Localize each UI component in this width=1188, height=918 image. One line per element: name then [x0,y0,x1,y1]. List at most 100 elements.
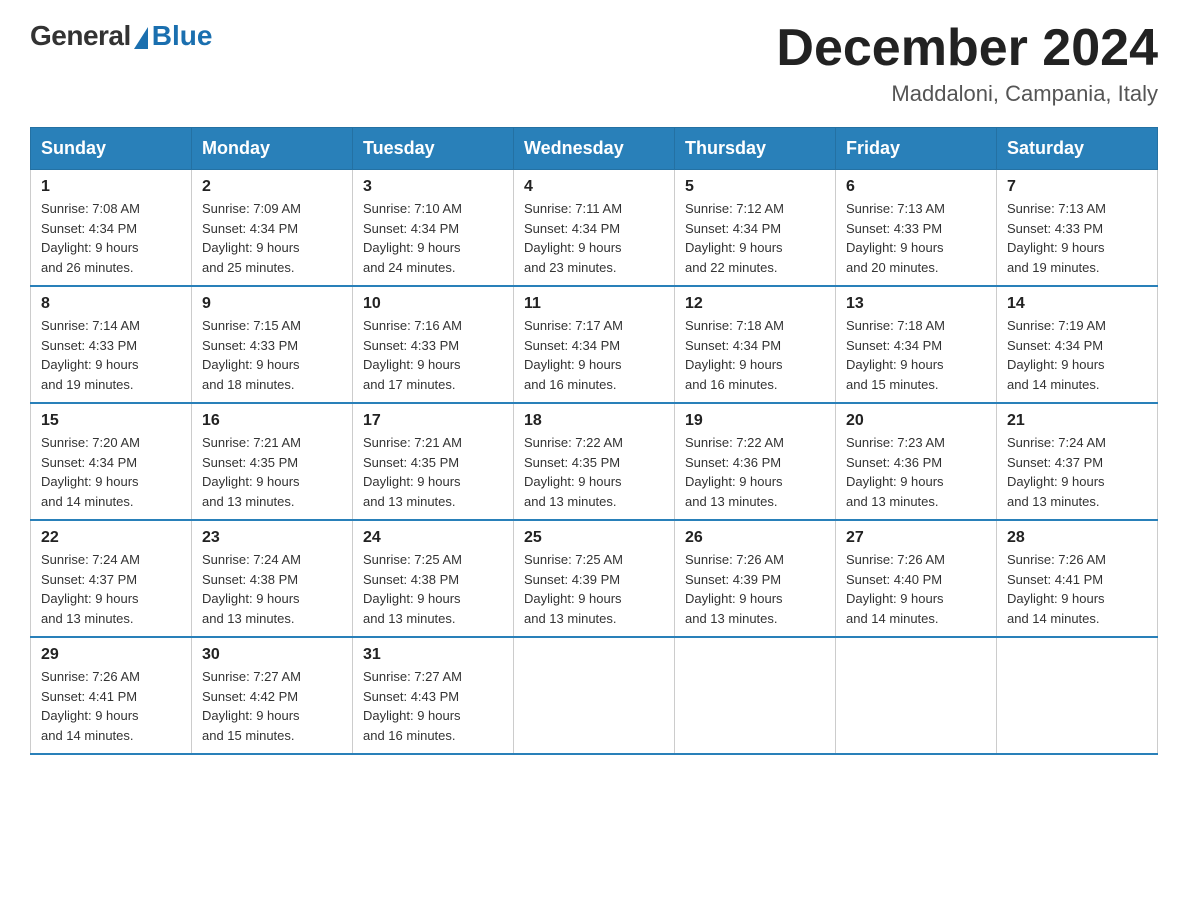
calendar-day-cell: 18 Sunrise: 7:22 AMSunset: 4:35 PMDayligh… [514,403,675,520]
calendar-day-cell: 14Sunrise: 7:19 AMSunset: 4:34 PMDayligh… [997,286,1158,403]
day-info: Sunrise: 7:21 AMSunset: 4:35 PMDaylight:… [363,433,503,511]
day-of-week-header: Sunday [31,128,192,170]
logo-blue-text: Blue [152,20,213,52]
day-number: 7 [1007,178,1147,196]
day-of-week-header: Friday [836,128,997,170]
calendar-day-cell [997,637,1158,754]
day-of-week-header: Thursday [675,128,836,170]
day-info: Sunrise: 7:25 AMSunset: 4:38 PMDaylight:… [363,550,503,628]
calendar-day-cell: 3 Sunrise: 7:10 AMSunset: 4:34 PMDaylight… [353,170,514,287]
title-section: December 2024 Maddaloni, Campania, Italy [776,20,1158,107]
day-number: 28 [1007,529,1147,547]
day-info: Sunrise: 7:14 AMSunset: 4:33 PMDaylight:… [41,316,181,394]
calendar-day-cell: 16 Sunrise: 7:21 AMSunset: 4:35 PMDayligh… [192,403,353,520]
day-info: Sunrise: 7:10 AMSunset: 4:34 PMDaylight:… [363,199,503,277]
calendar-day-cell [836,637,997,754]
day-number: 3 [363,178,503,196]
day-number: 11 [524,295,664,313]
calendar-day-cell: 12 Sunrise: 7:18 AMSunset: 4:34 PMDayligh… [675,286,836,403]
day-number: 23 [202,529,342,547]
calendar-day-cell: 15Sunrise: 7:20 AMSunset: 4:34 PMDayligh… [31,403,192,520]
day-number: 17 [363,412,503,430]
day-info: Sunrise: 7:24 AMSunset: 4:37 PMDaylight:… [41,550,181,628]
day-info: Sunrise: 7:13 AMSunset: 4:33 PMDaylight:… [1007,199,1147,277]
day-of-week-header: Monday [192,128,353,170]
calendar-day-cell: 31Sunrise: 7:27 AMSunset: 4:43 PMDayligh… [353,637,514,754]
calendar-day-cell: 7 Sunrise: 7:13 AMSunset: 4:33 PMDaylight… [997,170,1158,287]
day-number: 4 [524,178,664,196]
calendar-day-cell: 25Sunrise: 7:25 AMSunset: 4:39 PMDayligh… [514,520,675,637]
calendar-week-row: 29 Sunrise: 7:26 AMSunset: 4:41 PMDayligh… [31,637,1158,754]
day-info: Sunrise: 7:24 AMSunset: 4:37 PMDaylight:… [1007,433,1147,511]
day-number: 9 [202,295,342,313]
day-number: 12 [685,295,825,313]
day-number: 6 [846,178,986,196]
day-info: Sunrise: 7:22 AMSunset: 4:35 PMDaylight:… [524,433,664,511]
day-of-week-header: Wednesday [514,128,675,170]
calendar-day-cell: 20 Sunrise: 7:23 AMSunset: 4:36 PMDayligh… [836,403,997,520]
calendar-day-cell: 24 Sunrise: 7:25 AMSunset: 4:38 PMDayligh… [353,520,514,637]
calendar-table: SundayMondayTuesdayWednesdayThursdayFrid… [30,127,1158,755]
day-info: Sunrise: 7:26 AMSunset: 4:41 PMDaylight:… [1007,550,1147,628]
day-number: 18 [524,412,664,430]
day-number: 24 [363,529,503,547]
calendar-day-cell: 23 Sunrise: 7:24 AMSunset: 4:38 PMDayligh… [192,520,353,637]
day-number: 27 [846,529,986,547]
calendar-day-cell: 4 Sunrise: 7:11 AMSunset: 4:34 PMDaylight… [514,170,675,287]
day-number: 22 [41,529,181,547]
logo-general-text: General [30,20,131,52]
calendar-day-cell: 11 Sunrise: 7:17 AMSunset: 4:34 PMDayligh… [514,286,675,403]
page-header: General Blue December 2024 Maddaloni, Ca… [30,20,1158,107]
calendar-week-row: 15Sunrise: 7:20 AMSunset: 4:34 PMDayligh… [31,403,1158,520]
calendar-day-cell: 30 Sunrise: 7:27 AMSunset: 4:42 PMDayligh… [192,637,353,754]
calendar-day-cell: 19Sunrise: 7:22 AMSunset: 4:36 PMDayligh… [675,403,836,520]
calendar-day-cell: 9Sunrise: 7:15 AMSunset: 4:33 PMDaylight… [192,286,353,403]
calendar-day-cell: 27Sunrise: 7:26 AMSunset: 4:40 PMDayligh… [836,520,997,637]
day-info: Sunrise: 7:16 AMSunset: 4:33 PMDaylight:… [363,316,503,394]
calendar-day-cell: 10Sunrise: 7:16 AMSunset: 4:33 PMDayligh… [353,286,514,403]
day-info: Sunrise: 7:12 AMSunset: 4:34 PMDaylight:… [685,199,825,277]
calendar-day-cell: 2Sunrise: 7:09 AMSunset: 4:34 PMDaylight… [192,170,353,287]
calendar-day-cell: 5Sunrise: 7:12 AMSunset: 4:34 PMDaylight… [675,170,836,287]
logo-triangle-icon [134,27,148,49]
day-number: 21 [1007,412,1147,430]
calendar-day-cell: 1Sunrise: 7:08 AMSunset: 4:34 PMDaylight… [31,170,192,287]
day-info: Sunrise: 7:18 AMSunset: 4:34 PMDaylight:… [685,316,825,394]
calendar-day-cell: 29 Sunrise: 7:26 AMSunset: 4:41 PMDayligh… [31,637,192,754]
location-text: Maddaloni, Campania, Italy [776,81,1158,107]
day-info: Sunrise: 7:27 AMSunset: 4:42 PMDaylight:… [202,667,342,745]
day-info: Sunrise: 7:25 AMSunset: 4:39 PMDaylight:… [524,550,664,628]
day-number: 26 [685,529,825,547]
calendar-day-cell: 26 Sunrise: 7:26 AMSunset: 4:39 PMDayligh… [675,520,836,637]
calendar-header: SundayMondayTuesdayWednesdayThursdayFrid… [31,128,1158,170]
calendar-day-cell: 8 Sunrise: 7:14 AMSunset: 4:33 PMDaylight… [31,286,192,403]
calendar-day-cell: 6 Sunrise: 7:13 AMSunset: 4:33 PMDaylight… [836,170,997,287]
day-number: 30 [202,646,342,664]
day-info: Sunrise: 7:21 AMSunset: 4:35 PMDaylight:… [202,433,342,511]
day-info: Sunrise: 7:23 AMSunset: 4:36 PMDaylight:… [846,433,986,511]
calendar-day-cell: 21 Sunrise: 7:24 AMSunset: 4:37 PMDayligh… [997,403,1158,520]
calendar-day-cell [514,637,675,754]
calendar-day-cell: 13 Sunrise: 7:18 AMSunset: 4:34 PMDayligh… [836,286,997,403]
day-number: 20 [846,412,986,430]
day-number: 13 [846,295,986,313]
day-info: Sunrise: 7:17 AMSunset: 4:34 PMDaylight:… [524,316,664,394]
day-info: Sunrise: 7:26 AMSunset: 4:39 PMDaylight:… [685,550,825,628]
calendar-day-cell: 22 Sunrise: 7:24 AMSunset: 4:37 PMDayligh… [31,520,192,637]
day-info: Sunrise: 7:11 AMSunset: 4:34 PMDaylight:… [524,199,664,277]
day-number: 29 [41,646,181,664]
day-info: Sunrise: 7:13 AMSunset: 4:33 PMDaylight:… [846,199,986,277]
day-of-week-header: Tuesday [353,128,514,170]
day-info: Sunrise: 7:20 AMSunset: 4:34 PMDaylight:… [41,433,181,511]
day-number: 31 [363,646,503,664]
day-number: 8 [41,295,181,313]
day-number: 16 [202,412,342,430]
calendar-body: 1Sunrise: 7:08 AMSunset: 4:34 PMDaylight… [31,170,1158,755]
day-info: Sunrise: 7:18 AMSunset: 4:34 PMDaylight:… [846,316,986,394]
day-info: Sunrise: 7:26 AMSunset: 4:41 PMDaylight:… [41,667,181,745]
day-number: 2 [202,178,342,196]
month-title: December 2024 [776,20,1158,77]
calendar-week-row: 1Sunrise: 7:08 AMSunset: 4:34 PMDaylight… [31,170,1158,287]
day-info: Sunrise: 7:24 AMSunset: 4:38 PMDaylight:… [202,550,342,628]
day-info: Sunrise: 7:22 AMSunset: 4:36 PMDaylight:… [685,433,825,511]
